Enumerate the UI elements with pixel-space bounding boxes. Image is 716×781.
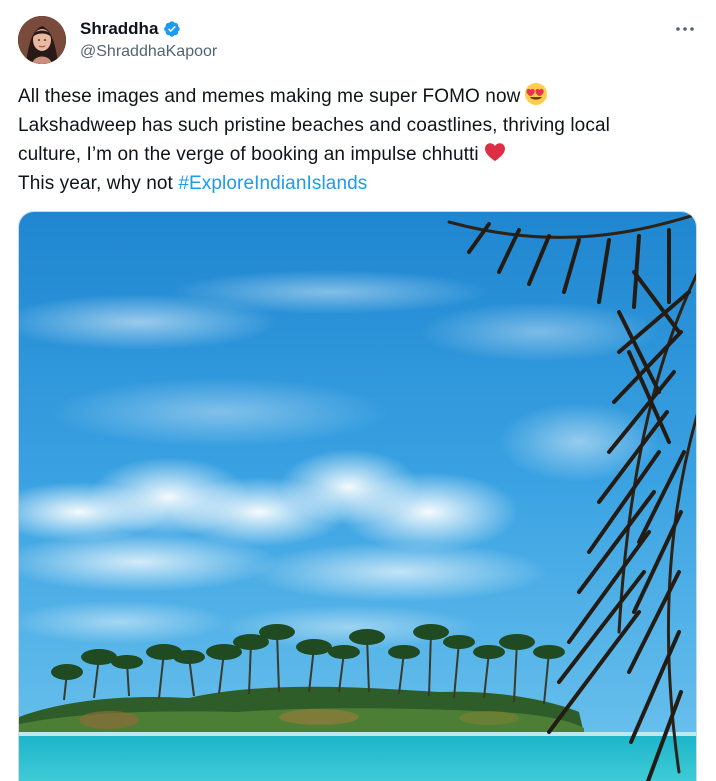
author-display-name[interactable]: Shraddha <box>80 19 158 39</box>
verified-badge-icon <box>163 20 181 38</box>
tweet-line-4-text: This year, why not <box>18 173 173 194</box>
author-handle[interactable]: @ShraddhaKapoor <box>80 43 217 61</box>
tweet-line-4: This year, why not #ExploreIndianIslands <box>18 169 698 198</box>
tweet-line-3: culture, I’m on the verge of booking an … <box>18 140 698 169</box>
tweet-line-2: Lakshadweep has such pristine beaches an… <box>18 115 610 136</box>
author-names: Shraddha @ShraddhaKapoor <box>80 18 217 61</box>
tweet-line-1-text: All these images and memes making me sup… <box>18 86 521 107</box>
tweet-line-1: All these images and memes making me sup… <box>18 82 698 111</box>
tweet-card: Shraddha @ShraddhaKapoor All these image… <box>0 0 716 781</box>
tweet-line-3-text: culture, I’m on the verge of booking an … <box>18 144 479 165</box>
hashtag-link[interactable]: #ExploreIndianIslands <box>178 173 367 194</box>
author-avatar[interactable] <box>18 16 66 64</box>
tweet-text: All these images and memes making me sup… <box>18 82 698 198</box>
heart-eyes-emoji-icon <box>524 82 548 106</box>
more-options-icon[interactable] <box>672 18 698 40</box>
red-heart-emoji-icon <box>483 140 507 164</box>
tweet-media-image[interactable] <box>18 211 697 781</box>
